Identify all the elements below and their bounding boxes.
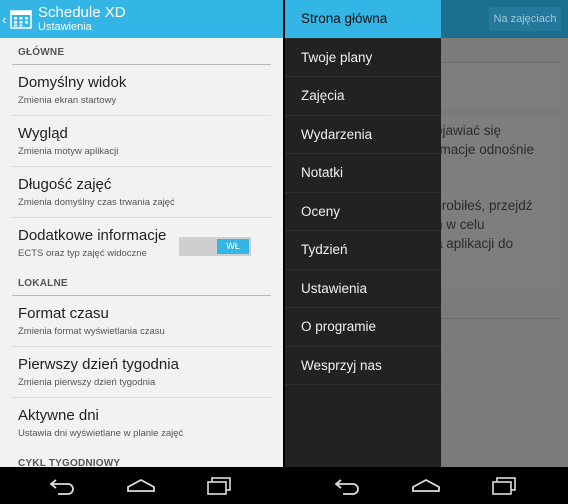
app-title: Schedule XD [38, 4, 126, 21]
pref-summary: Zmienia format wyświetlania czasu [18, 326, 165, 337]
behind-text: ojawiać się [435, 123, 502, 138]
nav-back-icon[interactable] [333, 476, 361, 496]
nav-recents-icon[interactable] [491, 476, 517, 496]
behind-text: n w celu [435, 217, 485, 232]
on-lesson-button[interactable]: Na zajęciach [489, 7, 561, 31]
pref-duration[interactable]: Długość zajęć Zmienia domyślny czas trwa… [0, 167, 283, 218]
pref-title: Pierwszy dzień tygodnia [18, 356, 179, 373]
nav-home-icon[interactable] [411, 476, 441, 496]
category-weekly: CYKL TYGODNIOWY [0, 449, 283, 467]
drawer-item-settings[interactable]: Ustawienia [285, 270, 441, 308]
drawer-item-about[interactable]: O programie [285, 308, 441, 347]
pref-title: Domyślny widok [18, 74, 127, 91]
category-main: GŁÓWNE [0, 38, 283, 65]
pref-summary: Zmienia ekran startowy [18, 95, 117, 106]
back-chevron-icon[interactable]: ‹ [0, 12, 10, 27]
pref-title: Wygląd [18, 125, 68, 142]
drawer-item-classes[interactable]: Zajęcia [285, 77, 441, 116]
pref-active-days[interactable]: Aktywne dni Ustawia dni wyświetlane w pl… [0, 398, 283, 449]
nav-recents-icon[interactable] [206, 476, 232, 496]
pref-summary: Ustawia dni wyświetlane w planie zajęć [18, 428, 184, 439]
drawer-item-week[interactable]: Tydzień [285, 231, 441, 270]
settings-screen: ‹ Schedule XD Ustawienia GŁÓWNE Domyślny… [0, 0, 283, 504]
divider [435, 318, 559, 319]
screen-subtitle: Ustawienia [38, 21, 92, 33]
pref-summary: Zmienia pierwszy dzień tygodnia [18, 377, 156, 388]
drawer-item-your-plans[interactable]: Twoje plany [285, 39, 441, 77]
drawer-item-events[interactable]: Wydarzenia [285, 116, 441, 154]
dimmed-card [435, 62, 559, 108]
behind-text: rmacje odnośnie [435, 142, 535, 157]
action-bar-titles: Schedule XD Ustawienia [38, 5, 126, 33]
pref-title: Aktywne dni [18, 407, 99, 424]
settings-list[interactable]: GŁÓWNE Domyślny widok Zmienia ekran star… [0, 38, 283, 467]
category-local: LOKALNE [0, 269, 283, 296]
action-bar: ‹ Schedule XD Ustawienia [0, 0, 283, 38]
drawer-item-notes[interactable]: Notatki [285, 154, 441, 193]
nav-home-icon[interactable] [126, 476, 156, 496]
behind-text: a aplikacji do [435, 236, 514, 251]
navigation-drawer: Strona główna Twoje plany Zajęcia Wydarz… [285, 0, 441, 467]
behind-text: zrobiłeś, przejdź [435, 198, 533, 213]
system-nav-bar [0, 467, 283, 504]
pref-time-format[interactable]: Format czasu Zmienia format wyświetlania… [0, 296, 283, 347]
screenshot-pair: ‹ Schedule XD Ustawienia GŁÓWNE Domyślny… [0, 0, 568, 504]
nav-back-icon[interactable] [48, 476, 76, 496]
pref-appearance[interactable]: Wygląd Zmienia motyw aplikacji [0, 116, 283, 167]
extra-info-toggle[interactable]: WŁ [179, 237, 251, 256]
toggle-on-label: WŁ [217, 239, 249, 254]
drawer-item-grades[interactable]: Oceny [285, 193, 441, 231]
pref-summary: Zmienia domyślny czas trwania zajęć [18, 197, 175, 208]
pref-title: Długość zajęć [18, 176, 112, 193]
pref-summary: Zmienia motyw aplikacji [18, 146, 119, 157]
drawer-item-support[interactable]: Wesprzyj nas [285, 347, 441, 385]
drawer-item-home[interactable]: Strona główna [285, 0, 441, 39]
drawer-screen: Na zajęciach ojawiać się rmacje odnośnie… [285, 0, 568, 504]
system-nav-bar [285, 467, 568, 504]
calendar-icon[interactable] [10, 9, 32, 29]
pref-first-day[interactable]: Pierwszy dzień tygodnia Zmienia pierwszy… [0, 347, 283, 398]
pref-default-view[interactable]: Domyślny widok Zmienia ekran startowy [0, 65, 283, 116]
pref-title: Format czasu [18, 305, 109, 322]
pref-extra-info[interactable]: Dodatkowe informacje ECTS oraz typ zajęć… [0, 218, 283, 269]
